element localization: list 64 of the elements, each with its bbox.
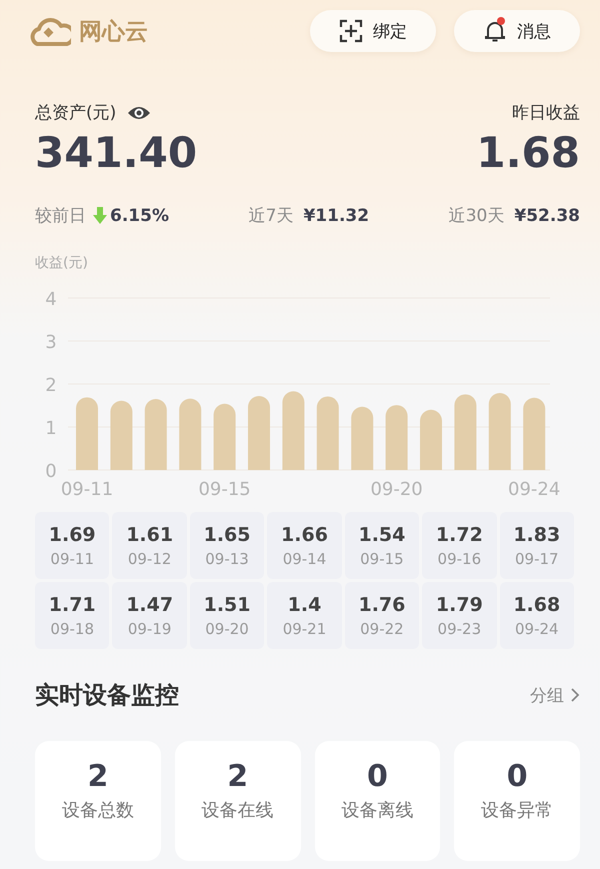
yesterday-earnings-label: 昨日收益 [512, 102, 580, 125]
earnings-value: 1.69 [48, 524, 96, 546]
date-label: 09-18 [50, 620, 94, 638]
yesterday-earnings-value: 1.68 [476, 127, 580, 179]
date-label: 09-15 [360, 550, 404, 568]
device-count: 2 [227, 759, 248, 794]
stat-label: 近30天 [448, 205, 504, 227]
amount-value: ¥11.32 [303, 206, 370, 226]
earnings-value: 1.83 [513, 524, 560, 546]
date-label: 09-17 [514, 550, 559, 568]
y-tick-label: 1 [45, 418, 57, 439]
stat-label: 近7天 [248, 205, 294, 227]
date-label: 09-11 [50, 550, 94, 568]
y-tick-label: 0 [45, 461, 57, 482]
earnings-value: 1.71 [48, 594, 96, 616]
device-stat-label: 设备在线 [202, 799, 274, 822]
earnings-value: 1.51 [204, 594, 250, 616]
earnings-value: 1.79 [436, 594, 483, 616]
earnings-value: 1.47 [126, 594, 174, 616]
earnings-value: 1.66 [281, 524, 328, 546]
earnings-value: 1.65 [204, 524, 250, 546]
y-tick-label: 2 [45, 375, 57, 396]
stat-label: 较前日 [35, 205, 86, 227]
y-tick-label: 3 [45, 332, 57, 353]
earnings-value: 1.68 [513, 594, 560, 616]
device-count: 2 [87, 759, 108, 794]
device-stat-label: 设备总数 [62, 799, 134, 822]
earnings-value: 1.72 [436, 524, 483, 546]
earnings-value: 1.54 [358, 524, 406, 546]
date-label: 09-12 [128, 550, 172, 568]
device-count: 0 [366, 759, 388, 794]
section-title: 实时设备监控 [35, 680, 179, 711]
scan-icon [339, 19, 363, 43]
date-label: 09-16 [438, 550, 482, 568]
date-label: 09-23 [438, 620, 482, 638]
earnings-value: 1.4 [288, 594, 322, 616]
total-assets-label: 总资产(元) [35, 102, 116, 125]
date-label: 09-14 [282, 550, 326, 568]
messages-button[interactable]: 消息 [454, 10, 580, 52]
bell-icon [483, 19, 507, 43]
y-axis-label: 收益(元) [35, 254, 89, 272]
bind-button[interactable]: 绑定 [310, 10, 436, 52]
total-assets-value: 341.40 [35, 127, 198, 179]
date-label: 09-22 [360, 620, 404, 638]
down-arrow-icon [92, 206, 108, 224]
device-stat-label: 设备离线 [341, 799, 414, 822]
date-label: 09-13 [205, 550, 249, 568]
x-tick-label: 09-15 [198, 479, 251, 500]
x-tick-label: 09-11 [60, 479, 114, 500]
earnings-value: 1.61 [126, 524, 174, 546]
chevron-right-icon [570, 687, 580, 703]
device-count: 0 [506, 759, 528, 794]
device-stat-label: 设备异常 [481, 799, 554, 822]
change-value: 6.15% [110, 206, 169, 226]
amount-value: ¥52.38 [514, 206, 580, 226]
date-label: 09-20 [205, 620, 249, 638]
date-label: 09-24 [514, 620, 559, 638]
x-tick-label: 09-24 [508, 479, 560, 500]
date-label: 09-21 [282, 620, 326, 638]
app-title: 网心云 [79, 18, 148, 46]
y-tick-label: 4 [45, 289, 57, 310]
date-label: 09-19 [128, 620, 172, 638]
x-tick-label: 09-20 [370, 479, 423, 500]
earnings-value: 1.76 [358, 594, 406, 616]
